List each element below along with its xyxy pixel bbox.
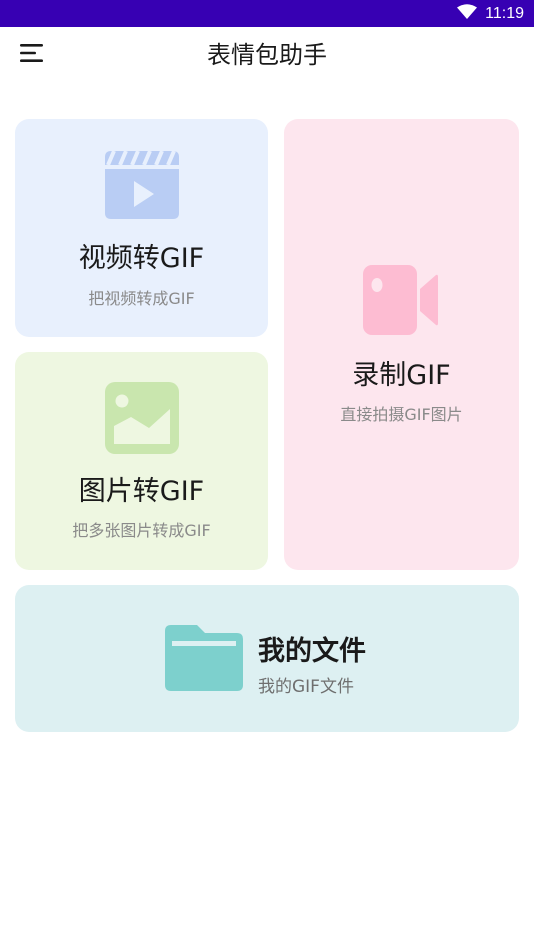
- my-files-subtitle: 我的GIF文件: [258, 677, 354, 697]
- record-gif-card[interactable]: 录制GIF 直接拍摄GIF图片: [284, 119, 519, 570]
- record-gif-subtitle: 直接拍摄GIF图片: [340, 405, 463, 424]
- record-gif-title: 录制GIF: [352, 360, 451, 391]
- image-to-gif-subtitle: 把多张图片转成GIF: [72, 521, 211, 540]
- app-title: 表情包助手: [207, 41, 327, 69]
- image-to-gif-card[interactable]: 图片转GIF 把多张图片转成GIF: [15, 352, 268, 570]
- video-camera-icon: [363, 265, 439, 341]
- my-files-text: 我的文件 我的GIF文件: [258, 629, 366, 697]
- my-files-title: 我的文件: [258, 636, 366, 667]
- folder-icon: [165, 625, 243, 697]
- status-right: 11:19: [457, 0, 524, 27]
- video-to-gif-card[interactable]: 视频转GIF 把视频转成GIF: [15, 119, 268, 337]
- menu-icon: [19, 42, 45, 68]
- menu-button[interactable]: [10, 33, 54, 77]
- video-to-gif-subtitle: 把视频转成GIF: [88, 289, 195, 308]
- app-bar: 表情包助手: [0, 27, 534, 83]
- status-bar: 11:19: [0, 0, 534, 27]
- image-to-gif-title: 图片转GIF: [78, 476, 205, 507]
- video-to-gif-title: 视频转GIF: [78, 243, 205, 274]
- my-files-card[interactable]: 我的文件 我的GIF文件: [15, 585, 519, 732]
- image-icon: [105, 382, 179, 458]
- video-clapper-icon: [105, 149, 179, 225]
- wifi-icon: [457, 3, 478, 24]
- status-time: 11:19: [485, 4, 524, 22]
